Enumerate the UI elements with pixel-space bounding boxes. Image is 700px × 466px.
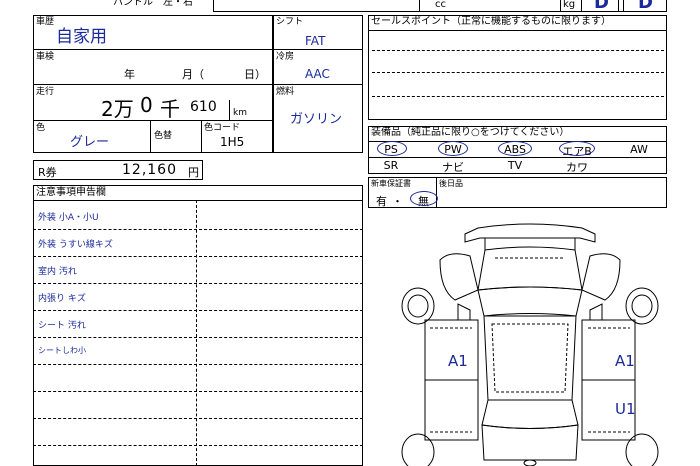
- mileage-hundreds: 610: [190, 99, 217, 115]
- warranty-no-circle: [410, 191, 438, 206]
- equip-circle-ps: [377, 141, 407, 156]
- grade-box-right: D: [623, 0, 667, 13]
- history-label: 車歴: [36, 17, 55, 27]
- damage-mark-right-lower: U1: [615, 400, 636, 418]
- color-value: グレー: [70, 135, 110, 150]
- equipment-label: 装備品（純正品に限り○をつけてください）: [371, 127, 570, 138]
- handle-label: ハンドル 左・右: [113, 0, 193, 8]
- sales-points-label: セールスポイント（正常に機能するものに限ります）: [371, 16, 611, 27]
- recycle-label: R券: [38, 166, 57, 179]
- car-damage-diagram: [401, 223, 659, 466]
- warranty-label: 新車保証書: [371, 179, 411, 188]
- aircon-label: 冷房: [276, 52, 295, 62]
- equip-navi[interactable]: ナビ: [423, 159, 483, 175]
- grade-right: D: [638, 0, 653, 13]
- mileage-man: 2万: [101, 97, 134, 121]
- recycle-value: 12,160: [122, 162, 177, 178]
- inspection-label: 車検: [36, 52, 55, 62]
- kg-unit: kg: [563, 0, 576, 10]
- equip-circle-abs: [498, 141, 532, 156]
- history-value: 自家用: [56, 27, 107, 47]
- damage-mark-left: A1: [448, 352, 468, 370]
- warranty-dot: ・: [392, 195, 403, 208]
- note-item: 内張り キズ: [38, 294, 86, 304]
- notes-label: 注意事項申告欄: [36, 187, 106, 198]
- cc-unit: cc: [435, 0, 446, 10]
- aircon-value: AAC: [305, 67, 330, 81]
- equip-aw[interactable]: AW: [609, 143, 669, 156]
- delivery-label: 後日品: [439, 179, 463, 188]
- inspection-month-unit: 月（: [182, 68, 204, 81]
- recycle-box: R券 12,160 円: [33, 160, 203, 180]
- note-item: シート 汚れ: [38, 321, 86, 331]
- inspection-day-unit: 日）: [244, 68, 266, 81]
- top-strip: ハンドル 左・右 cc kg D D: [33, 0, 667, 13]
- mileage-zero: 0: [140, 93, 153, 117]
- color-code-label: 色コード: [204, 123, 241, 133]
- equip-circle-airbag: [559, 141, 595, 156]
- note-item: 外装 うすい線キズ: [38, 240, 113, 250]
- note-item: 室内 汚れ: [38, 267, 77, 277]
- recycle-unit: 円: [188, 166, 199, 179]
- equip-circle-pw: [438, 141, 468, 156]
- shift-label: シフト: [276, 17, 304, 27]
- note-item: シートしわ小: [38, 346, 86, 355]
- equip-tv[interactable]: TV: [485, 159, 545, 172]
- damage-mark-right: A1: [615, 352, 635, 370]
- fuel-value: ガソリン: [290, 112, 343, 127]
- grade-left: D: [594, 0, 609, 13]
- inspection-year-unit: 年: [124, 68, 135, 81]
- grade-box-left: D: [581, 0, 619, 13]
- color-label: 色: [36, 123, 46, 133]
- equip-leather[interactable]: カワ: [547, 159, 607, 175]
- warranty-yes[interactable]: 有: [376, 193, 387, 209]
- color-code-value: 1H5: [220, 135, 245, 149]
- mileage-sen: 千: [160, 97, 180, 121]
- equip-sr[interactable]: SR: [361, 159, 421, 172]
- fuel-label: 燃料: [276, 87, 295, 97]
- mileage-unit: km: [233, 108, 247, 118]
- color-change-label: 色替: [154, 131, 173, 141]
- shift-value: FAT: [305, 34, 326, 48]
- mileage-label: 走行: [36, 87, 55, 97]
- note-item: 外装 小A・小U: [38, 213, 99, 223]
